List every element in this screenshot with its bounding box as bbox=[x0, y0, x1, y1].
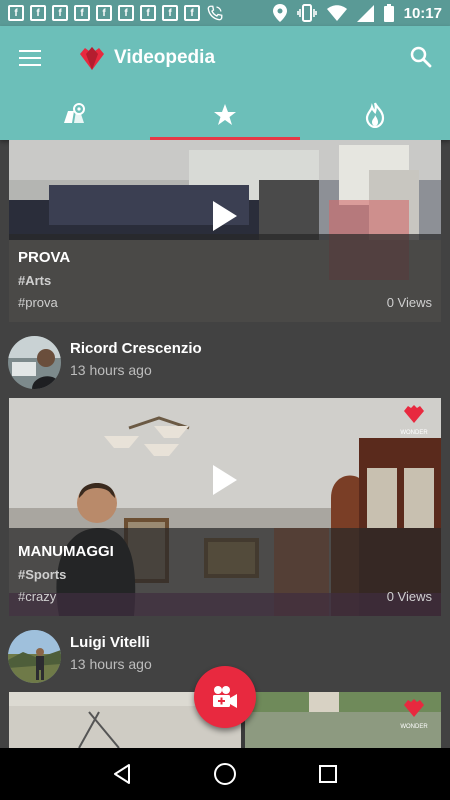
flame-icon bbox=[365, 102, 385, 128]
home-button[interactable] bbox=[205, 754, 245, 794]
back-icon bbox=[113, 764, 130, 784]
nearby-icon bbox=[64, 103, 85, 123]
vibrate-icon bbox=[296, 4, 317, 22]
video-category[interactable]: #Sports bbox=[18, 567, 66, 582]
recents-icon bbox=[319, 765, 338, 783]
wifi-icon bbox=[326, 5, 347, 21]
facebook-notification-icon: f bbox=[96, 5, 112, 21]
video-category[interactable]: #Arts bbox=[18, 273, 51, 288]
wonder-logo-icon bbox=[404, 699, 424, 717]
post-time: 13 hours ago bbox=[70, 656, 152, 672]
phone-icon bbox=[207, 5, 223, 21]
back-button[interactable] bbox=[102, 754, 142, 794]
facebook-notification-icon: f bbox=[140, 5, 156, 21]
video-card[interactable]: PROVA #Arts #prova 0 Views bbox=[9, 140, 441, 322]
facebook-notification-icon: f bbox=[118, 5, 134, 21]
watermark-text: WONDER bbox=[400, 430, 428, 436]
video-hashtag[interactable]: #crazy bbox=[18, 589, 56, 604]
signal-icon bbox=[356, 4, 374, 22]
video-hashtag[interactable]: #prova bbox=[18, 295, 58, 310]
play-icon[interactable] bbox=[213, 465, 237, 495]
video-camera-add-icon bbox=[213, 686, 237, 708]
facebook-notification-icon: f bbox=[184, 5, 200, 21]
star-icon bbox=[214, 104, 236, 125]
home-icon bbox=[213, 763, 236, 785]
tab-bar bbox=[0, 90, 450, 140]
facebook-notification-icon: f bbox=[162, 5, 178, 21]
wonder-watermark: WONDER bbox=[397, 698, 431, 730]
system-icons: 10:17 bbox=[272, 0, 442, 26]
video-views: 0 Views bbox=[386, 295, 432, 310]
app-bar: Videopedia bbox=[0, 26, 450, 140]
videopedia-logo-icon bbox=[80, 47, 104, 70]
wonder-logo-icon bbox=[404, 405, 424, 423]
notification-icons: f f f f f f f f f bbox=[0, 4, 224, 22]
watermark-text: WONDER bbox=[400, 724, 428, 730]
facebook-notification-icon: f bbox=[74, 5, 90, 21]
search-icon[interactable] bbox=[410, 46, 432, 68]
status-bar: f f f f f f f f f 10:17 bbox=[0, 0, 450, 26]
wonder-watermark: WONDER bbox=[397, 404, 431, 436]
post-time: 13 hours ago bbox=[70, 362, 152, 378]
tab-nearby[interactable] bbox=[0, 90, 150, 140]
play-icon[interactable] bbox=[213, 201, 237, 231]
video-title: PROVA bbox=[18, 249, 71, 266]
author-name[interactable]: Ricord Crescenzio bbox=[70, 340, 202, 357]
location-icon bbox=[272, 4, 287, 22]
avatar[interactable] bbox=[8, 630, 61, 683]
tab-featured[interactable] bbox=[150, 90, 300, 140]
record-video-button[interactable] bbox=[194, 666, 256, 728]
video-views: 0 Views bbox=[386, 589, 432, 604]
menu-icon[interactable] bbox=[19, 50, 41, 66]
facebook-notification-icon: f bbox=[8, 5, 24, 21]
status-time: 10:17 bbox=[403, 4, 442, 22]
facebook-notification-icon: f bbox=[52, 5, 68, 21]
app-title: Videopedia bbox=[114, 47, 216, 68]
screen: f f f f f f f f f 10:17 Videopedia PROVA… bbox=[0, 0, 450, 800]
video-title: MANUMAGGI bbox=[18, 543, 114, 560]
video-card[interactable]: WONDER MANUMAGGI #Sports #crazy 0 Views bbox=[9, 398, 441, 616]
recents-button[interactable] bbox=[308, 754, 348, 794]
system-navigation-bar bbox=[0, 748, 450, 800]
facebook-notification-icon: f bbox=[30, 5, 46, 21]
avatar[interactable] bbox=[8, 336, 61, 389]
battery-icon bbox=[383, 4, 394, 22]
author-name[interactable]: Luigi Vitelli bbox=[70, 634, 150, 651]
card-info-overlay bbox=[9, 528, 441, 616]
card-info-overlay bbox=[9, 234, 441, 322]
post-author-row[interactable]: Ricord Crescenzio 13 hours ago bbox=[8, 336, 438, 392]
tab-trending[interactable] bbox=[300, 90, 450, 140]
